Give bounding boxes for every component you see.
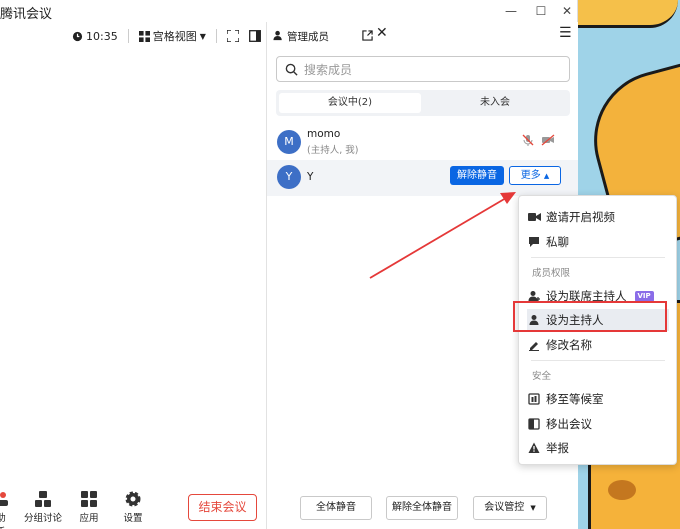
menu-item-remove[interactable]: 移出会议	[527, 413, 669, 435]
edit-icon	[527, 338, 541, 352]
menu-item-rename[interactable]: 修改名称	[527, 334, 669, 356]
menu-item-private-chat[interactable]: 私聊	[527, 231, 669, 253]
menu-divider	[531, 360, 665, 361]
exit-door-icon	[527, 417, 541, 431]
menu-item-invite-video[interactable]: 邀请开启视频	[527, 206, 669, 228]
vip-badge: VIP	[634, 290, 654, 302]
menu-section-security: 安全	[532, 371, 552, 382]
menu-label: 私聊	[546, 235, 569, 249]
menu-item-move-waiting-room[interactable]: 移至等候室	[527, 388, 669, 410]
menu-label: 移至等候室	[546, 392, 604, 406]
menu-section-permissions: 成员权限	[532, 268, 571, 279]
warning-icon	[527, 441, 541, 455]
menu-label: 举报	[546, 441, 569, 455]
menu-label: 移出会议	[546, 417, 592, 431]
waiting-room-icon	[527, 392, 541, 406]
chat-icon	[527, 235, 541, 249]
highlight-box	[513, 301, 667, 332]
menu-label: 修改名称	[546, 338, 592, 352]
menu-divider	[531, 257, 665, 258]
menu-item-report[interactable]: 举报	[527, 437, 669, 459]
video-camera-icon	[527, 210, 541, 224]
menu-label: 邀请开启视频	[546, 210, 615, 224]
